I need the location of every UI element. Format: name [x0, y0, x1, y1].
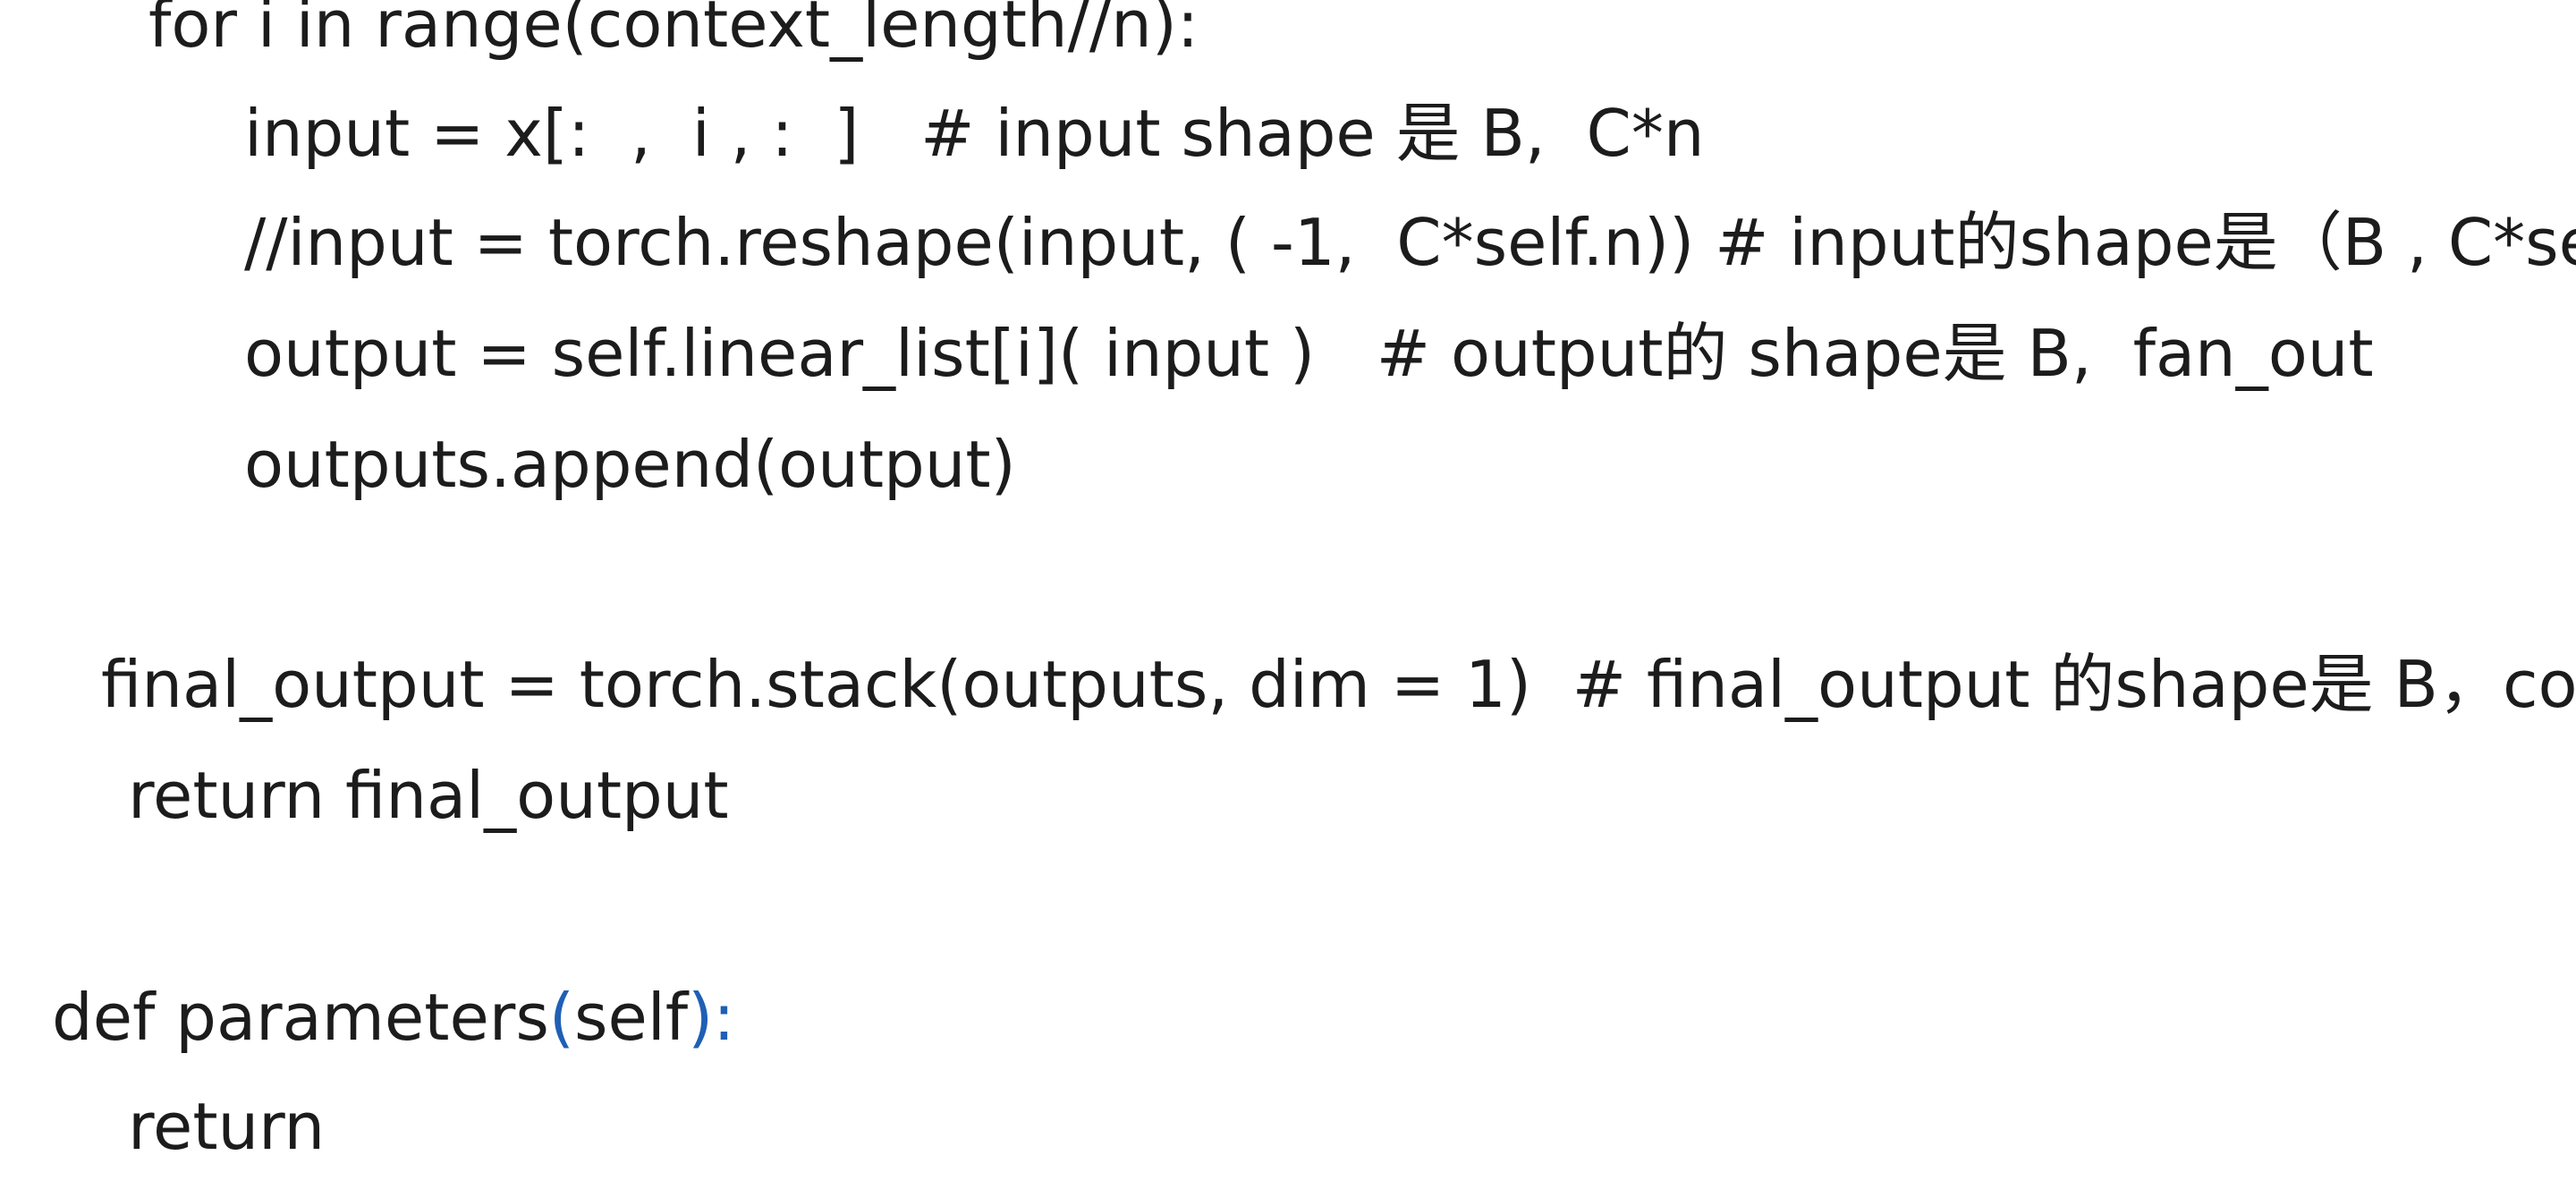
def-keyword-text: def parameters [52, 980, 549, 1055]
code-line-final-output: final_output = torch.stack(outputs, dim … [101, 647, 2576, 722]
code-line-def-parameters: def parameters(self): [52, 977, 734, 1058]
code-line-linear-output: output = self.linear_list[i]( input ) # … [244, 316, 2374, 391]
code-line-reshape-comment: //input = torch.reshape(input, ( -1, C*s… [244, 205, 2576, 280]
code-line-for-loop: for i in range(context_length//n): [148, 0, 1199, 62]
code-document: for i in range(context_length//n): input… [0, 0, 2576, 1181]
code-line-append: outputs.append(output) [244, 427, 1016, 502]
close-paren-colon: ): [688, 980, 735, 1055]
code-line-return: return [128, 1089, 326, 1164]
code-line-input-slice: input = x[: , i , : ] # input shape 是 B,… [244, 96, 1705, 171]
open-paren: ( [548, 980, 574, 1055]
code-line-return-final: return final_output [128, 758, 729, 833]
self-arg: self [573, 980, 689, 1055]
